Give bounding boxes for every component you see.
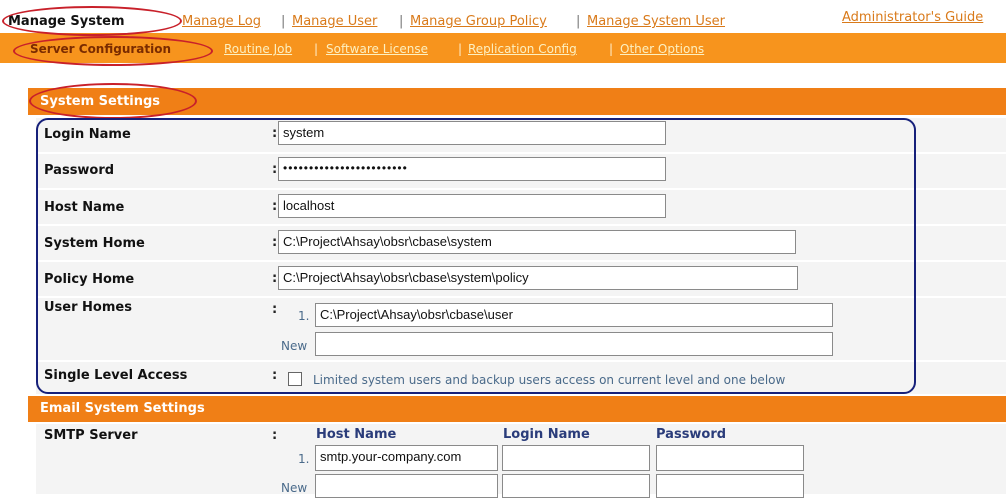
highlight-oval-server-configuration [13,36,213,66]
smtp-new-label: New [281,481,308,495]
nav-manage-group-policy[interactable]: Manage Group Policy [410,14,547,29]
subnav-separator: | [458,42,463,56]
smtp-new-password-input[interactable] [656,474,804,498]
email-settings-title: Email System Settings [40,401,205,416]
administrators-guide-link[interactable]: Administrator's Guide [842,10,983,25]
subnav-replication-config[interactable]: Replication Config [468,42,577,56]
smtp-server-row: SMTP Server : Host Name Login Name Passw… [36,424,1006,498]
subnav-software-license[interactable]: Software License [326,42,428,56]
highlight-oval-system-settings [29,83,197,119]
smtp-column-host-name: Host Name [316,427,397,442]
subnav-separator: | [609,42,614,56]
subnav-separator: | [314,42,319,56]
smtp-host-input[interactable]: smtp.your-company.com [315,445,498,471]
nav-separator: | [576,14,581,29]
highlight-oval-manage-system [2,6,182,36]
smtp-row-index: 1. [298,452,310,466]
smtp-password-input[interactable] [656,445,804,471]
smtp-login-input[interactable] [502,445,650,471]
nav-manage-log[interactable]: Manage Log [182,14,261,29]
highlight-box-system-settings [36,118,916,394]
nav-separator: | [399,14,404,29]
smtp-server-label: SMTP Server [44,428,138,443]
nav-manage-system-user[interactable]: Manage System User [587,14,725,29]
smtp-column-login-name: Login Name [503,427,590,442]
nav-manage-user[interactable]: Manage User [292,14,377,29]
smtp-new-host-input[interactable] [315,474,498,498]
subnav-other-options[interactable]: Other Options [620,42,704,56]
email-settings-header: Email System Settings [28,396,1006,422]
subnav-routine-job[interactable]: Routine Job [224,42,292,56]
nav-separator: | [281,14,286,29]
colon: : [272,428,278,443]
smtp-new-login-input[interactable] [502,474,650,498]
smtp-column-password: Password [656,427,727,442]
